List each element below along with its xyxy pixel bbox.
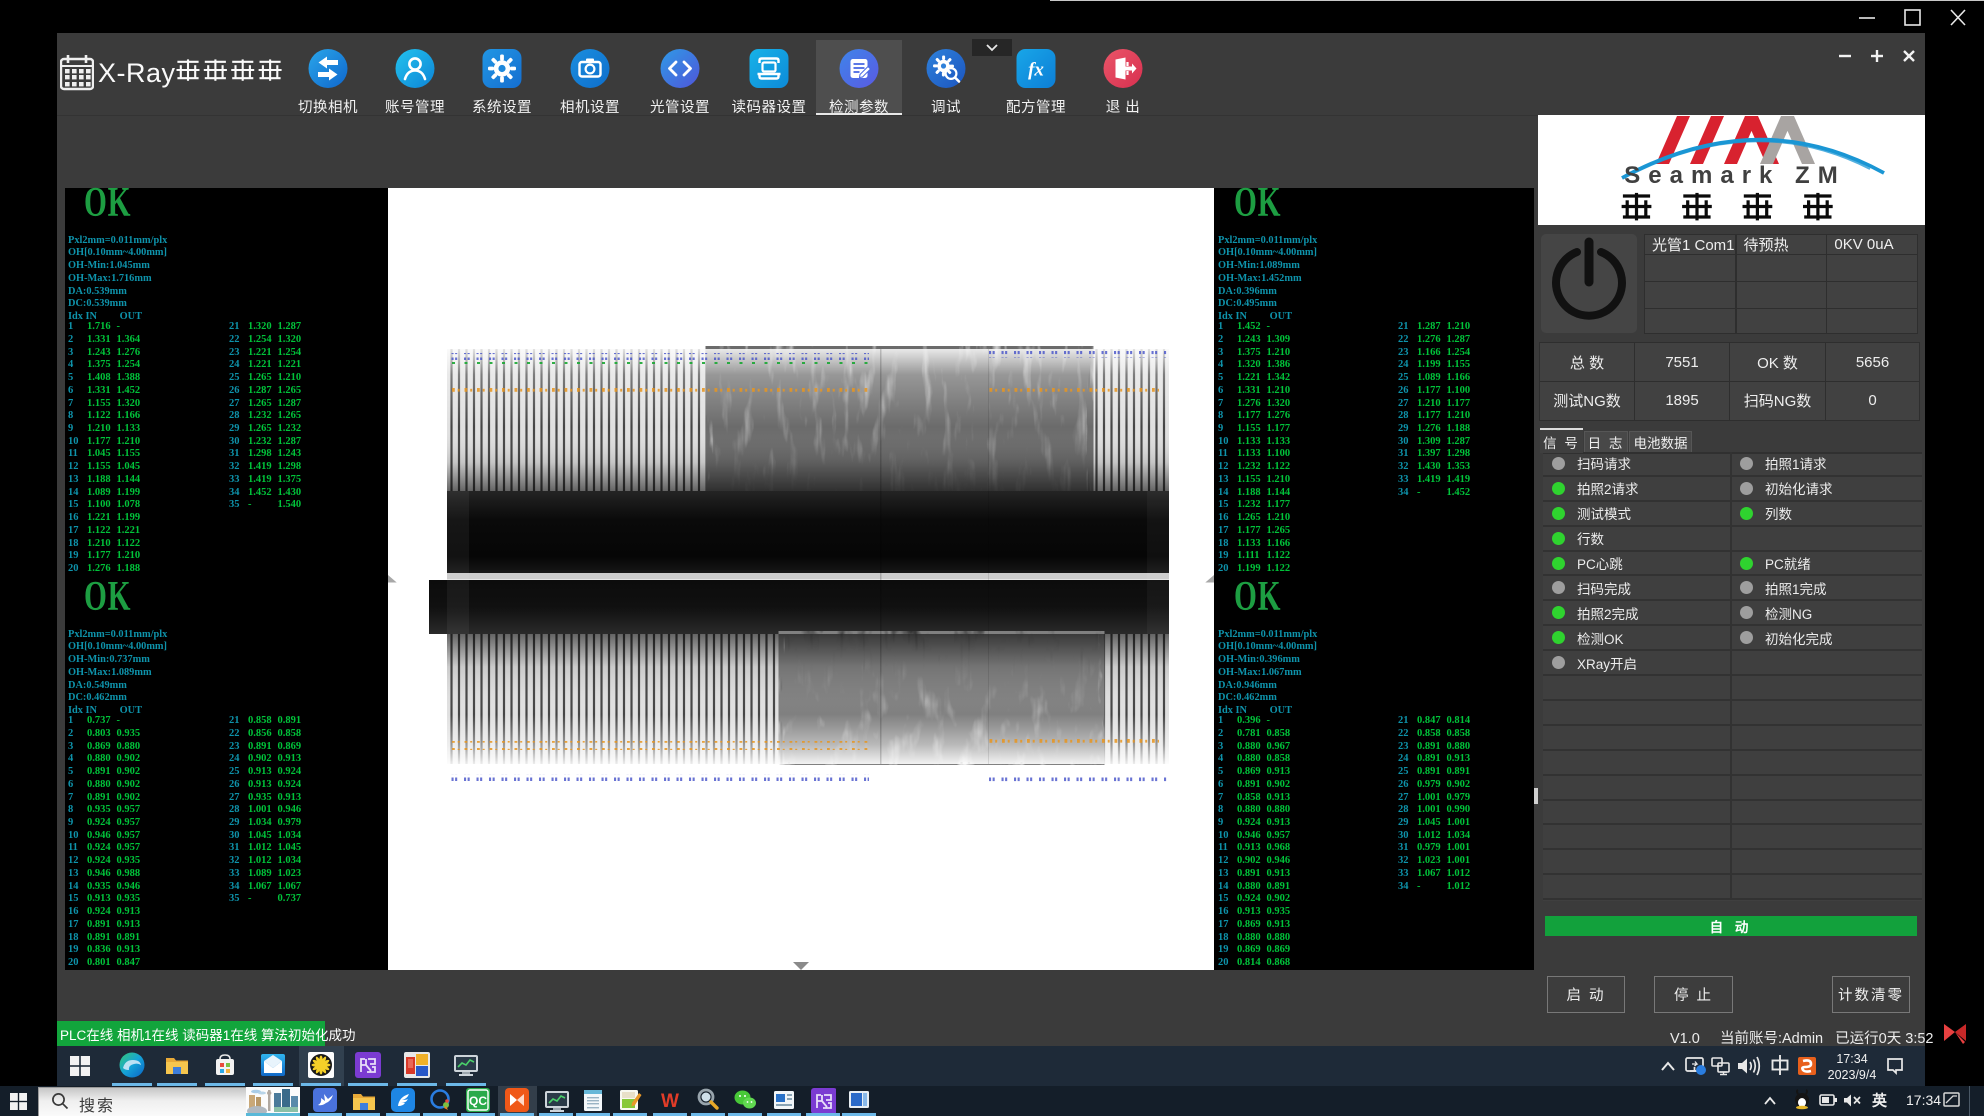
svg-text:W: W xyxy=(661,1091,679,1112)
svg-text:QC: QC xyxy=(469,1094,487,1108)
svg-text:2023/9/4: 2023/9/4 xyxy=(1828,1068,1877,1082)
svg-text:fx: fx xyxy=(1028,59,1044,80)
svg-text:英: 英 xyxy=(1872,1092,1888,1110)
svg-text:17:34: 17:34 xyxy=(1906,1092,1941,1108)
svg-text:Seamark ZM: Seamark ZM xyxy=(1624,162,1845,189)
svg-text:17:34: 17:34 xyxy=(1836,1052,1867,1066)
